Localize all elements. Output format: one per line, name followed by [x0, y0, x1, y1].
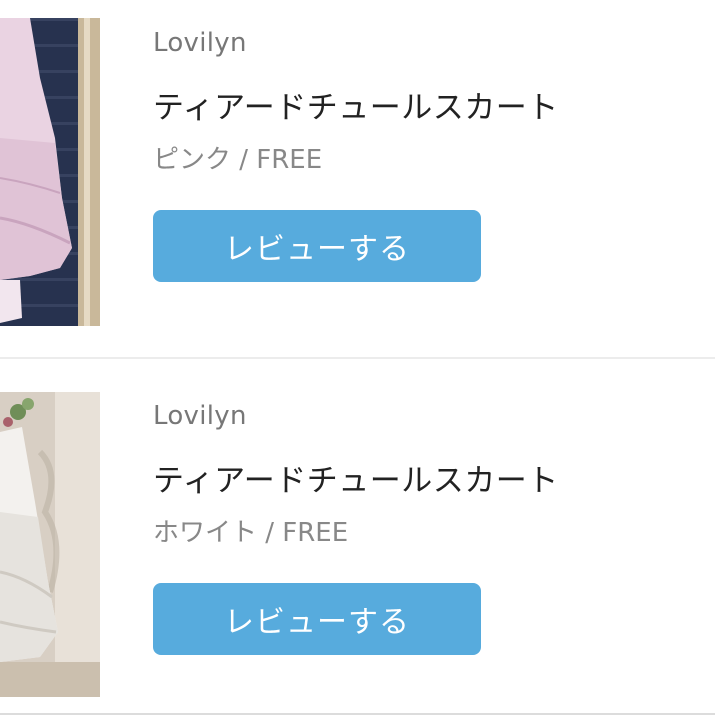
- product-thumbnail[interactable]: [0, 392, 100, 697]
- review-button[interactable]: レビューする: [153, 583, 481, 655]
- product-variant: ピンク / FREE: [153, 145, 323, 175]
- product-variant: ホワイト / FREE: [153, 518, 349, 548]
- product-title[interactable]: ティアードチュールスカート: [153, 82, 559, 127]
- review-button[interactable]: レビューする: [153, 210, 481, 282]
- pink-skirt-photo: [0, 18, 100, 326]
- brand-name: Lovilyn: [153, 401, 247, 431]
- product-title[interactable]: ティアードチュールスカート: [153, 455, 559, 500]
- product-thumbnail[interactable]: [0, 18, 100, 326]
- brand-name: Lovilyn: [153, 28, 247, 58]
- white-skirt-photo: [0, 392, 100, 697]
- order-item: Lovilyn ティアードチュールスカート ホワイト / FREE レビューする: [0, 359, 715, 713]
- order-item: Lovilyn ティアードチュールスカート ピンク / FREE レビューする: [0, 0, 715, 358]
